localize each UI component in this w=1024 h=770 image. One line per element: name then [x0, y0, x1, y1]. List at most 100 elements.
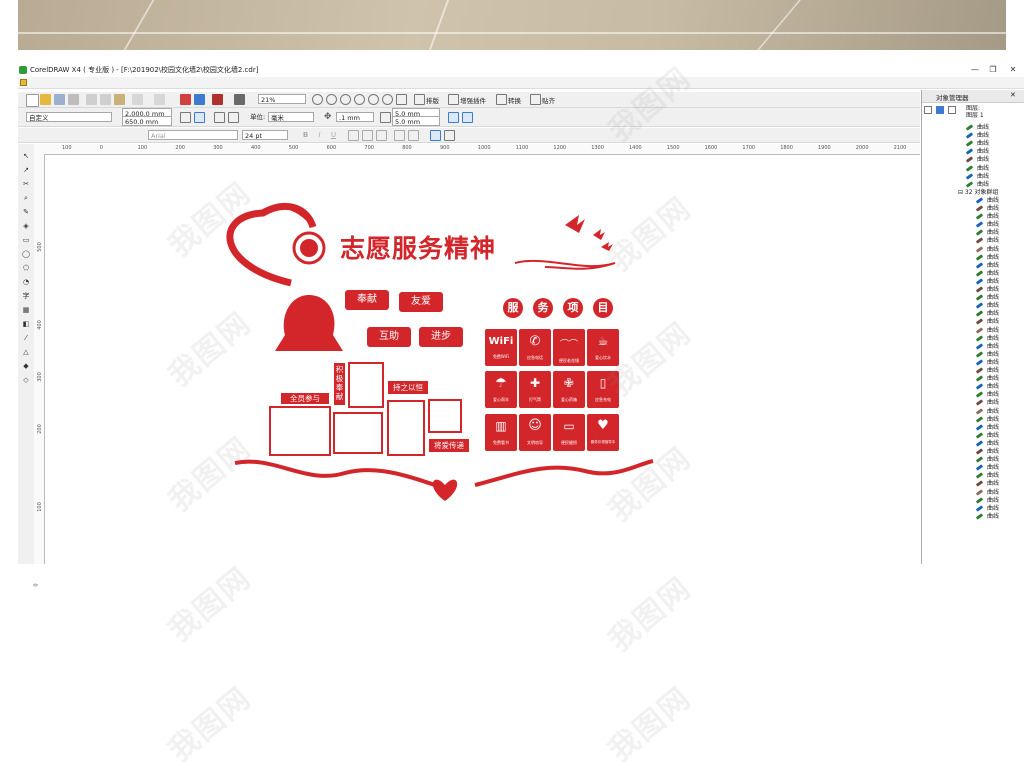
- object-tree-item[interactable]: 曲线: [975, 464, 999, 472]
- object-tree-item[interactable]: 曲线: [975, 205, 999, 213]
- current-page-icon[interactable]: [228, 112, 239, 123]
- object-tree-item[interactable]: 曲线: [975, 270, 999, 278]
- object-tree-item[interactable]: 曲线: [975, 432, 999, 440]
- object-tree-item[interactable]: 曲线: [975, 262, 999, 270]
- object-tree-item[interactable]: 曲线: [975, 505, 999, 513]
- polygon-tool-icon[interactable]: ⬠: [21, 264, 31, 272]
- freehand-tool-icon[interactable]: ✎: [21, 208, 31, 216]
- object-tree-item[interactable]: 曲线: [975, 286, 999, 294]
- print-icon[interactable]: [68, 94, 79, 105]
- object-tree-item[interactable]: 曲线: [975, 197, 999, 205]
- treat-as-filled-icon[interactable]: [448, 112, 459, 123]
- duplicate-y-field[interactable]: 5.0 mm: [392, 116, 440, 126]
- crop-tool-icon[interactable]: ✂: [21, 180, 31, 188]
- smart-fill-icon[interactable]: ◈: [21, 222, 31, 230]
- object-tree-item[interactable]: 曲线: [975, 408, 999, 416]
- zoom-in-icon[interactable]: [312, 94, 323, 105]
- object-tree-item[interactable]: 曲线: [975, 359, 999, 367]
- object-tree-item[interactable]: 曲线: [975, 367, 999, 375]
- portrait-icon[interactable]: [180, 112, 191, 123]
- font-family-select[interactable]: Arial: [148, 130, 238, 140]
- object-tree-item[interactable]: 曲线: [975, 456, 999, 464]
- object-tree-item[interactable]: 曲线: [965, 140, 989, 148]
- launcher-icon[interactable]: [212, 94, 223, 105]
- zoom-width-icon[interactable]: [382, 94, 393, 105]
- shape-tool-icon[interactable]: ↗: [21, 166, 31, 174]
- object-tree-item[interactable]: 曲线: [965, 156, 989, 164]
- object-tree-item[interactable]: 曲线: [975, 318, 999, 326]
- open-icon[interactable]: [40, 94, 51, 105]
- zoom-page-icon[interactable]: [368, 94, 379, 105]
- zoom-level-select[interactable]: 21%: [258, 94, 306, 104]
- text-format-icon[interactable]: [394, 130, 405, 141]
- new-icon[interactable]: [26, 94, 39, 107]
- arrange-icon[interactable]: [414, 94, 425, 105]
- export-icon[interactable]: [194, 94, 205, 105]
- object-tree-item[interactable]: 曲线: [975, 448, 999, 456]
- save-icon[interactable]: [54, 94, 65, 105]
- object-tree-item[interactable]: 曲线: [975, 221, 999, 229]
- object-tree-item[interactable]: 曲线: [975, 416, 999, 424]
- object-tree-item[interactable]: 曲线: [965, 124, 989, 132]
- units-select[interactable]: 毫米: [268, 112, 314, 122]
- zoom-tool-icon[interactable]: ⌕: [21, 194, 31, 202]
- vertical-text-icon[interactable]: [444, 130, 455, 141]
- object-tree-item[interactable]: 曲线: [975, 351, 999, 359]
- object-tree-item[interactable]: 曲线: [965, 132, 989, 140]
- object-tree-item[interactable]: 曲线: [975, 213, 999, 221]
- rectangle-tool-icon[interactable]: ▭: [21, 236, 31, 244]
- object-tree-item[interactable]: 曲线: [975, 497, 999, 505]
- restore-button[interactable]: ❐: [984, 64, 1002, 76]
- plugins-menu[interactable]: 增强插件: [460, 95, 486, 105]
- object-tree-item[interactable]: 曲线: [975, 489, 999, 497]
- horizontal-text-icon[interactable]: [430, 130, 441, 141]
- object-tree-item[interactable]: 曲线: [975, 424, 999, 432]
- paste-icon[interactable]: [114, 94, 125, 105]
- arrange-menu[interactable]: 排版: [426, 95, 439, 105]
- object-tree-item[interactable]: 曲线: [975, 383, 999, 391]
- convert-menu[interactable]: 转换: [508, 95, 521, 105]
- zoom-all-icon[interactable]: [354, 94, 365, 105]
- align-icon[interactable]: [348, 130, 359, 141]
- object-group-item[interactable]: ⊟ 32 对象群组: [958, 189, 998, 197]
- font-size-select[interactable]: 24 pt: [242, 130, 288, 140]
- bold-icon[interactable]: B: [300, 130, 311, 141]
- vertical-ruler[interactable]: 500 400 300 200 100 0: [34, 154, 45, 587]
- plugins-icon[interactable]: [448, 94, 459, 105]
- object-tree-item[interactable]: 曲线: [965, 173, 989, 181]
- object-tree-item[interactable]: 曲线: [975, 375, 999, 383]
- app-launcher-icon[interactable]: [234, 94, 245, 105]
- zoom-height-icon[interactable]: [396, 94, 407, 105]
- edit-text-icon[interactable]: [408, 130, 419, 141]
- eyedropper-tool-icon[interactable]: ⁄: [21, 334, 31, 342]
- object-tree-item[interactable]: 曲线: [975, 278, 999, 286]
- all-pages-icon[interactable]: [214, 112, 225, 123]
- close-button[interactable]: ✕: [1004, 64, 1022, 76]
- snap-menu[interactable]: 贴齐: [542, 95, 555, 105]
- landscape-icon[interactable]: [194, 112, 205, 123]
- paper-preset-select[interactable]: 自定义: [26, 112, 112, 122]
- underline-icon[interactable]: U: [328, 130, 339, 141]
- layer-name[interactable]: 图层 1: [966, 112, 984, 120]
- convert-icon[interactable]: [496, 94, 507, 105]
- page-height-field[interactable]: 650.0 mm: [122, 116, 172, 126]
- ellipse-tool-icon[interactable]: ◯: [21, 250, 31, 258]
- object-tree-item[interactable]: 曲线: [975, 513, 999, 521]
- redo-icon[interactable]: [154, 94, 165, 105]
- undo-icon[interactable]: [132, 94, 143, 105]
- object-tree-item[interactable]: 曲线: [975, 302, 999, 310]
- draw-scale-icon[interactable]: [462, 112, 473, 123]
- docker-close-icon[interactable]: ✕: [1010, 91, 1016, 99]
- object-tree-item[interactable]: 曲线: [975, 327, 999, 335]
- zoom-selected-icon[interactable]: [340, 94, 351, 105]
- interactive-fill-icon[interactable]: ◇: [21, 376, 31, 384]
- dropcap-icon[interactable]: [376, 130, 387, 141]
- object-tree-item[interactable]: 曲线: [975, 480, 999, 488]
- object-tree-item[interactable]: 曲线: [965, 181, 989, 189]
- copy-icon[interactable]: [100, 94, 111, 105]
- object-tree-item[interactable]: 曲线: [975, 335, 999, 343]
- zoom-out-icon[interactable]: [326, 94, 337, 105]
- table-tool-icon[interactable]: ▦: [21, 306, 31, 314]
- layer-manager-view-icon[interactable]: [948, 106, 956, 114]
- object-tree-item[interactable]: 曲线: [975, 237, 999, 245]
